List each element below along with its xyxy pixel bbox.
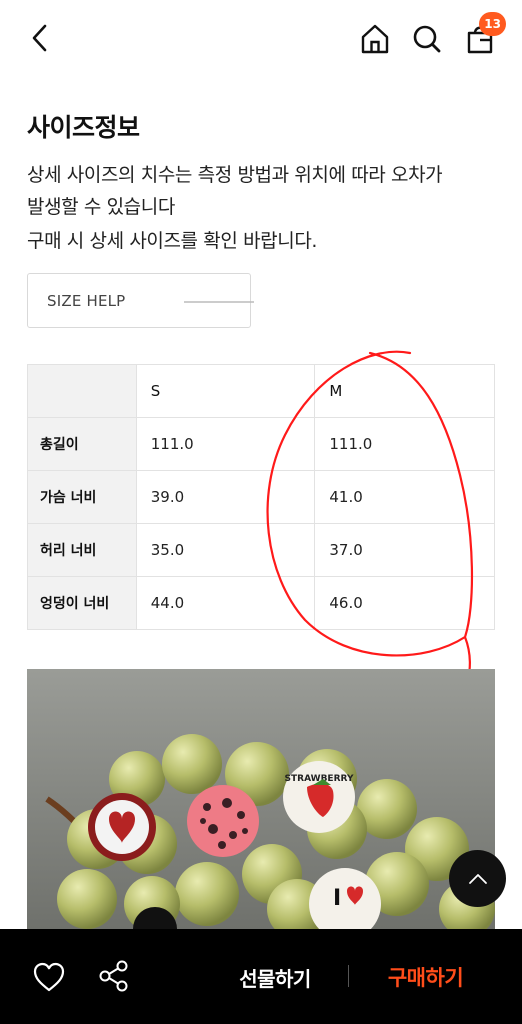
- table-row: 허리 너비 35.0 37.0: [27, 523, 495, 577]
- gift-button[interactable]: 선물하기: [220, 961, 330, 993]
- size-description-line: 발생할 수 있습니다: [27, 196, 175, 218]
- size-value: 41.0: [314, 470, 495, 524]
- buy-button[interactable]: 구매하기: [368, 961, 483, 993]
- size-table: S M 총길이 111.0 111.0 가슴 너비 39.0 41.0 허리 너…: [27, 364, 495, 630]
- search-icon: [413, 25, 441, 53]
- table-corner-cell: [27, 364, 137, 418]
- size-help-button[interactable]: SIZE HELP: [27, 273, 254, 328]
- size-help-label: SIZE HELP: [47, 291, 126, 310]
- table-row: 엉덩이 너비 44.0 46.0: [27, 576, 495, 630]
- size-value: 44.0: [135, 576, 316, 630]
- table-row: 가슴 너비 39.0 41.0: [27, 470, 495, 524]
- scroll-to-top-button[interactable]: [449, 850, 506, 907]
- back-button[interactable]: [22, 20, 58, 56]
- home-icon: [361, 24, 389, 54]
- size-value: 37.0: [314, 523, 495, 577]
- product-photo: STRAWBERRY I: [27, 669, 495, 929]
- share-button[interactable]: [98, 959, 130, 993]
- top-bar: 13: [0, 0, 522, 78]
- bottom-action-bar: 선물하기 구매하기: [0, 929, 522, 1024]
- row-label: 총길이: [27, 417, 137, 471]
- heart-icon: [33, 962, 65, 992]
- section-title: 사이즈정보: [27, 113, 140, 142]
- size-description-line: 구매 시 상세 사이즈를 확인 바랍니다.: [27, 230, 318, 252]
- arrow-right-icon: [184, 301, 254, 303]
- size-value: 111.0: [314, 417, 495, 471]
- like-button[interactable]: [32, 961, 66, 993]
- table-header-row: S M: [27, 364, 495, 418]
- chevron-up-icon: [468, 873, 487, 884]
- size-value: 46.0: [314, 576, 495, 630]
- size-value: 35.0: [135, 523, 316, 577]
- shopping-bag-button[interactable]: 13: [460, 12, 506, 58]
- search-button[interactable]: [408, 20, 446, 58]
- size-value: 111.0: [135, 417, 316, 471]
- divider: [348, 965, 349, 987]
- size-description-line: 상세 사이즈의 치수는 측정 방법과 위치에 따라 오차가: [27, 164, 443, 186]
- pin-label: I: [333, 886, 341, 911]
- size-value: 39.0: [135, 470, 316, 524]
- row-label: 가슴 너비: [27, 470, 137, 524]
- column-header-m: M: [314, 364, 495, 418]
- share-icon: [99, 960, 128, 992]
- column-header-s: S: [135, 364, 316, 418]
- chevron-left-icon: [32, 24, 47, 52]
- grapes-with-pins-image: STRAWBERRY I: [27, 669, 495, 929]
- row-label: 허리 너비: [27, 523, 137, 577]
- home-button[interactable]: [356, 20, 394, 58]
- table-row: 총길이 111.0 111.0: [27, 417, 495, 471]
- cart-count-badge: 13: [479, 12, 506, 36]
- row-label: 엉덩이 너비: [27, 576, 137, 630]
